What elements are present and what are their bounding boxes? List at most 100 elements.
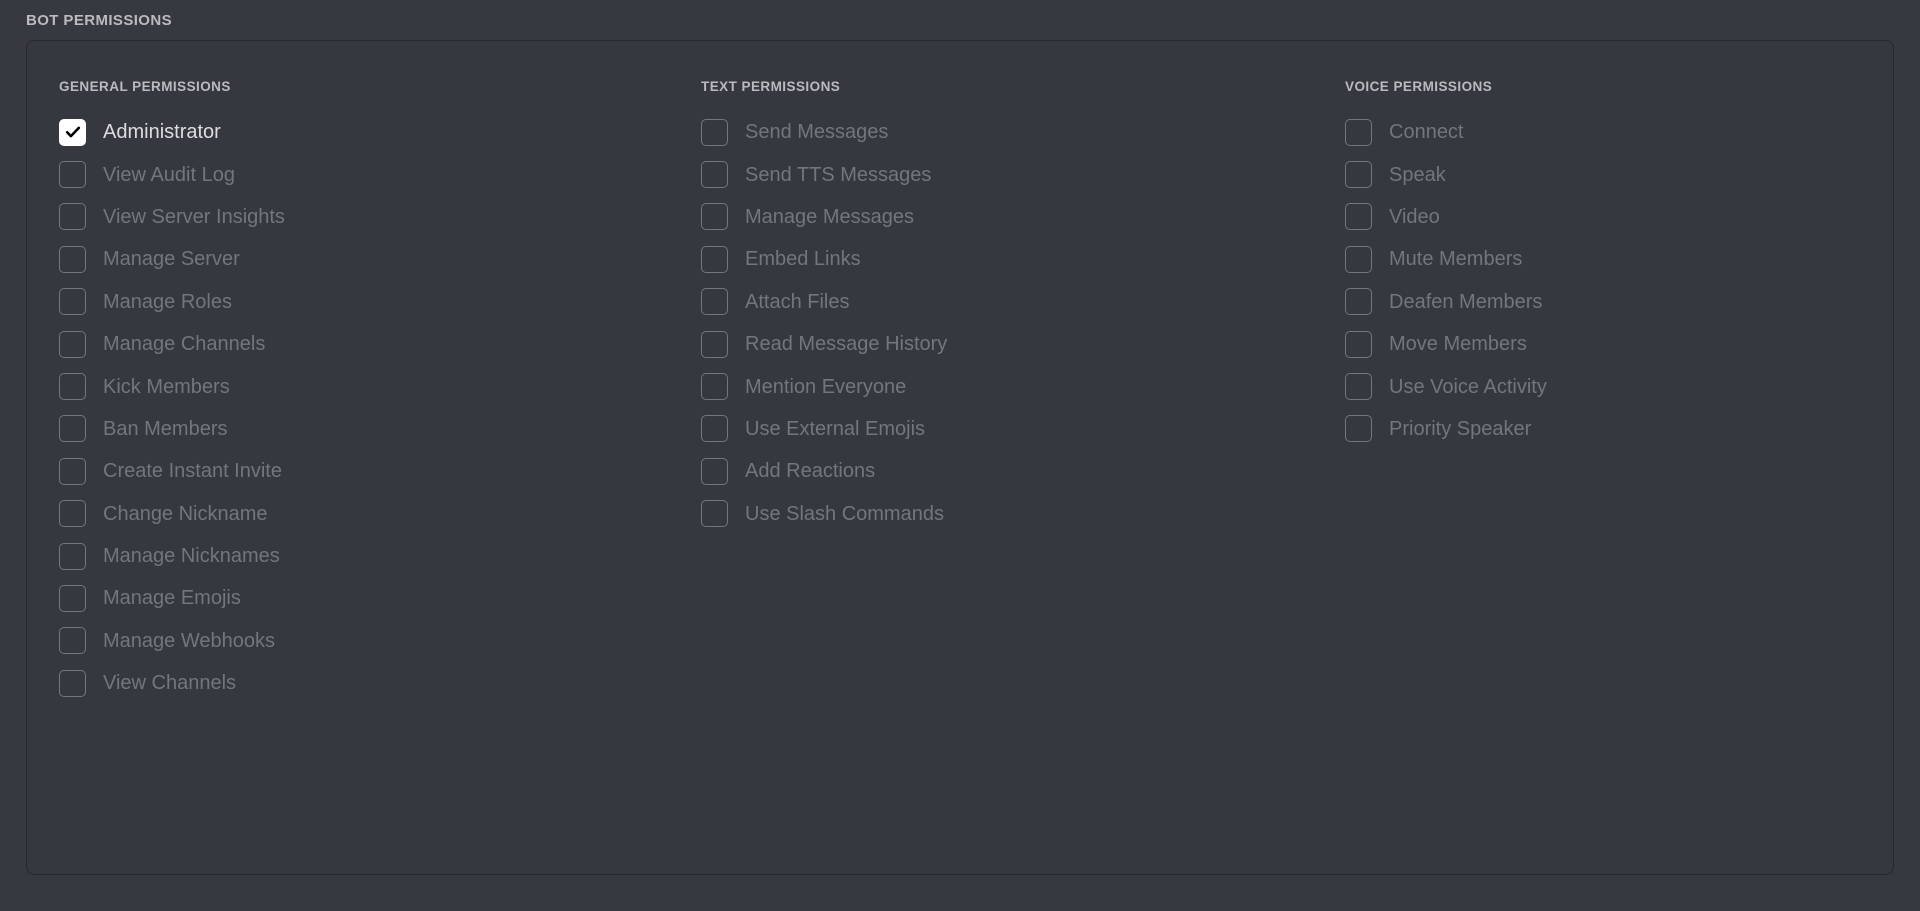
permission-row-move-members[interactable]: Move Members [1345, 323, 1885, 365]
permission-row-create-instant-invite[interactable]: Create Instant Invite [59, 450, 679, 492]
permission-row-view-channels[interactable]: View Channels [59, 662, 679, 704]
column-heading: TEXT PERMISSIONS [701, 79, 841, 94]
permission-label: Mention Everyone [745, 375, 907, 398]
checkbox-attach-files[interactable] [701, 288, 728, 316]
permission-row-administrator[interactable]: Administrator [59, 111, 679, 153]
permission-label: View Server Insights [103, 205, 285, 228]
column-heading: GENERAL PERMISSIONS [59, 79, 231, 94]
permission-row-add-reactions[interactable]: Add Reactions [701, 450, 1321, 492]
permission-row-send-tts-messages[interactable]: Send TTS Messages [701, 153, 1321, 195]
permission-label: Kick Members [103, 375, 230, 398]
permission-label: Create Instant Invite [103, 460, 282, 483]
permission-label: Use Slash Commands [745, 502, 944, 525]
page-title: BOT PERMISSIONS [26, 12, 173, 29]
permission-label: Add Reactions [745, 460, 876, 483]
permission-row-view-audit-log[interactable]: View Audit Log [59, 153, 679, 195]
checkbox-kick-members[interactable] [59, 373, 86, 401]
permission-label: Deafen Members [1389, 290, 1543, 313]
checkbox-create-instant-invite[interactable] [59, 457, 86, 485]
checkbox-video[interactable] [1345, 203, 1372, 231]
permission-label: Read Message History [745, 333, 948, 356]
checkbox-mute-members[interactable] [1345, 245, 1372, 273]
permission-label: Speak [1389, 163, 1446, 186]
checkbox-send-tts-messages[interactable] [701, 161, 728, 189]
permission-label: Change Nickname [103, 502, 268, 525]
permission-row-use-slash-commands[interactable]: Use Slash Commands [701, 493, 1321, 535]
checkbox-connect[interactable] [1345, 118, 1372, 146]
permission-row-speak[interactable]: Speak [1345, 153, 1885, 195]
checkbox-embed-links[interactable] [701, 245, 728, 273]
checkbox-manage-webhooks[interactable] [59, 627, 86, 655]
permission-label: View Audit Log [103, 163, 235, 186]
permission-column-voice-permissions: VOICE PERMISSIONS Connect Speak Video Mute M… [1345, 79, 1885, 450]
permission-row-manage-emojis[interactable]: Manage Emojis [59, 577, 679, 619]
checkbox-view-server-insights[interactable] [59, 203, 86, 231]
permission-label: Mute Members [1389, 248, 1523, 271]
checkbox-priority-speaker[interactable] [1345, 415, 1372, 443]
permission-row-manage-messages[interactable]: Manage Messages [701, 196, 1321, 238]
permission-row-deafen-members[interactable]: Deafen Members [1345, 281, 1885, 323]
permission-label: Send TTS Messages [745, 163, 932, 186]
permission-label: Ban Members [103, 417, 228, 440]
permission-label: Manage Roles [103, 290, 232, 313]
bot-permissions-screen: BOT PERMISSIONS GENERAL PERMISSIONS Admin… [0, 0, 1920, 911]
checkbox-ban-members[interactable] [59, 415, 86, 443]
checkbox-administrator[interactable] [59, 118, 86, 146]
permission-row-manage-webhooks[interactable]: Manage Webhooks [59, 620, 679, 662]
checkbox-view-audit-log[interactable] [59, 161, 86, 189]
checkbox-send-messages[interactable] [701, 118, 728, 146]
permission-row-attach-files[interactable]: Attach Files [701, 281, 1321, 323]
permission-label: Send Messages [745, 121, 889, 144]
checkbox-add-reactions[interactable] [701, 457, 728, 485]
permission-row-mute-members[interactable]: Mute Members [1345, 238, 1885, 280]
permission-label: Use External Emojis [745, 417, 926, 440]
checkbox-manage-roles[interactable] [59, 288, 86, 316]
permission-label: Embed Links [745, 248, 861, 271]
permission-label: Manage Messages [745, 205, 914, 228]
permission-label: Administrator [103, 121, 221, 144]
column-heading: VOICE PERMISSIONS [1345, 79, 1493, 94]
permission-row-manage-roles[interactable]: Manage Roles [59, 281, 679, 323]
permission-row-video[interactable]: Video [1345, 196, 1885, 238]
checkbox-change-nickname[interactable] [59, 500, 86, 528]
permission-row-embed-links[interactable]: Embed Links [701, 238, 1321, 280]
permission-columns: GENERAL PERMISSIONS Administrator View Aud… [27, 41, 1893, 874]
checkbox-use-voice-activity[interactable] [1345, 373, 1372, 401]
permission-row-mention-everyone[interactable]: Mention Everyone [701, 365, 1321, 407]
check-icon [60, 120, 85, 145]
checkbox-use-slash-commands[interactable] [701, 500, 728, 528]
permission-label: View Channels [103, 672, 237, 695]
permission-row-connect[interactable]: Connect [1345, 111, 1885, 153]
checkbox-use-external-emojis[interactable] [701, 415, 728, 443]
permission-row-use-external-emojis[interactable]: Use External Emojis [701, 408, 1321, 450]
checkbox-manage-server[interactable] [59, 245, 86, 273]
permission-label: Use Voice Activity [1389, 375, 1547, 398]
permission-row-priority-speaker[interactable]: Priority Speaker [1345, 408, 1885, 450]
permission-label: Manage Channels [103, 333, 266, 356]
permission-row-manage-server[interactable]: Manage Server [59, 238, 679, 280]
checkbox-manage-messages[interactable] [701, 203, 728, 231]
permission-label: Video [1389, 205, 1440, 228]
permission-label: Manage Webhooks [103, 629, 275, 652]
permission-row-manage-nicknames[interactable]: Manage Nicknames [59, 535, 679, 577]
checkbox-mention-everyone[interactable] [701, 373, 728, 401]
checkbox-manage-channels[interactable] [59, 330, 86, 358]
checkbox-speak[interactable] [1345, 161, 1372, 189]
checkbox-manage-nicknames[interactable] [59, 542, 86, 570]
checkbox-view-channels[interactable] [59, 669, 86, 697]
permission-row-view-server-insights[interactable]: View Server Insights [59, 196, 679, 238]
permission-label: Move Members [1389, 333, 1527, 356]
permission-row-read-message-history[interactable]: Read Message History [701, 323, 1321, 365]
permission-row-send-messages[interactable]: Send Messages [701, 111, 1321, 153]
permission-row-kick-members[interactable]: Kick Members [59, 365, 679, 407]
checkbox-manage-emojis[interactable] [59, 584, 86, 612]
permission-label: Manage Server [103, 248, 240, 271]
checkbox-move-members[interactable] [1345, 330, 1372, 358]
permission-row-use-voice-activity[interactable]: Use Voice Activity [1345, 365, 1885, 407]
permission-label: Manage Nicknames [103, 545, 280, 568]
checkbox-deafen-members[interactable] [1345, 288, 1372, 316]
permission-row-change-nickname[interactable]: Change Nickname [59, 493, 679, 535]
permission-row-ban-members[interactable]: Ban Members [59, 408, 679, 450]
permission-row-manage-channels[interactable]: Manage Channels [59, 323, 679, 365]
checkbox-read-message-history[interactable] [701, 330, 728, 358]
